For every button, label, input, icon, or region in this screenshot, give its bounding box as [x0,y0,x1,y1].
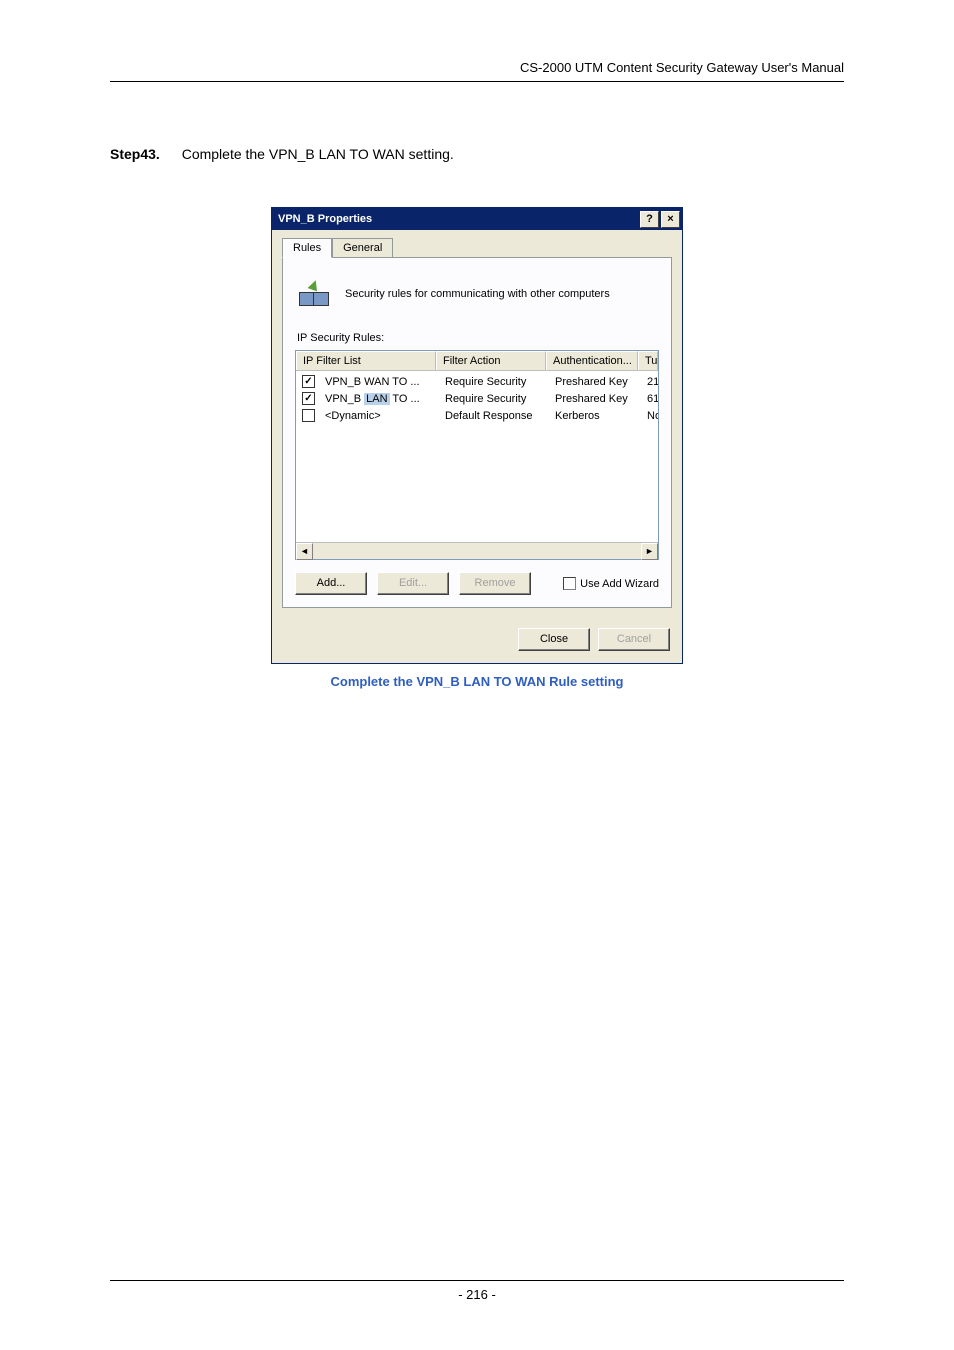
list-row[interactable]: ✓ VPN_B WAN TO ... Require Security Pres… [296,373,658,390]
row-action: Require Security [439,393,549,405]
panel-description: Security rules for communicating with ot… [345,288,610,300]
rules-panel: Security rules for communicating with ot… [282,257,672,608]
row-checkbox[interactable] [302,409,315,422]
col-filter-list[interactable]: IP Filter List [296,351,436,370]
row-name: <Dynamic> [319,410,439,422]
row-auth: Kerberos [549,410,641,422]
step-line: Step43. Complete the VPN_B LAN TO WAN se… [110,146,844,162]
list-header: IP Filter List Filter Action Authenticat… [296,351,658,371]
remove-button[interactable]: Remove [459,572,531,595]
close-dialog-button[interactable]: Close [518,628,590,651]
col-filter-action[interactable]: Filter Action [436,351,546,370]
col-tunnel[interactable]: Tu [638,351,658,370]
row-name: VPN_B WAN TO ... [319,376,439,388]
horizontal-scrollbar[interactable]: ◄ ► [296,542,658,559]
cancel-button[interactable]: Cancel [598,628,670,651]
list-row[interactable]: <Dynamic> Default Response Kerberos No [296,407,658,424]
tab-rules[interactable]: Rules [282,238,332,258]
row-auth: Preshared Key [549,376,641,388]
list-body: ✓ VPN_B WAN TO ... Require Security Pres… [296,371,658,542]
row-tu: No [641,410,658,422]
col-authentication[interactable]: Authentication... [546,351,638,370]
scroll-left-icon[interactable]: ◄ [296,543,313,560]
page-number: - 216 - [458,1287,496,1302]
dialog-title: VPN_B Properties [278,213,638,225]
use-add-wizard-label: Use Add Wizard [580,578,659,590]
ip-security-rules-list[interactable]: IP Filter List Filter Action Authenticat… [295,350,659,560]
row-name-pre: VPN_B [325,393,364,405]
row-action: Default Response [439,410,549,422]
help-button[interactable]: ? [640,211,659,228]
properties-dialog: VPN_B Properties ? × Rules General Secur… [271,207,683,664]
step-label: Step43. [110,146,160,162]
tab-general[interactable]: General [332,238,393,257]
use-add-wizard-checkbox[interactable] [563,577,576,590]
page-footer: - 216 - [110,1280,844,1302]
row-name-post: TO ... [390,393,420,405]
scroll-track[interactable] [313,543,641,559]
list-row[interactable]: ✓ VPN_B LAN TO ... Require Security Pres… [296,390,658,407]
row-tu: 61 [641,393,658,405]
titlebar[interactable]: VPN_B Properties ? × [272,208,682,230]
tab-strip: Rules General [272,230,682,257]
row-name: VPN_B LAN TO ... [319,393,439,405]
row-name-highlight: LAN [364,393,389,405]
header-text: CS-2000 UTM Content Security Gateway Use… [110,60,844,82]
scroll-right-icon[interactable]: ► [641,543,658,560]
security-icon [299,278,331,310]
row-checkbox[interactable]: ✓ [302,392,315,405]
edit-button[interactable]: Edit... [377,572,449,595]
add-button[interactable]: Add... [295,572,367,595]
row-auth: Preshared Key [549,393,641,405]
rules-section-label: IP Security Rules: [297,332,659,344]
row-action: Require Security [439,376,549,388]
row-checkbox[interactable]: ✓ [302,375,315,388]
close-button[interactable]: × [661,211,680,228]
step-text: Complete the VPN_B LAN TO WAN setting. [182,146,454,162]
row-tu: 21 [641,376,658,388]
figure-caption: Complete the VPN_B LAN TO WAN Rule setti… [110,674,844,689]
